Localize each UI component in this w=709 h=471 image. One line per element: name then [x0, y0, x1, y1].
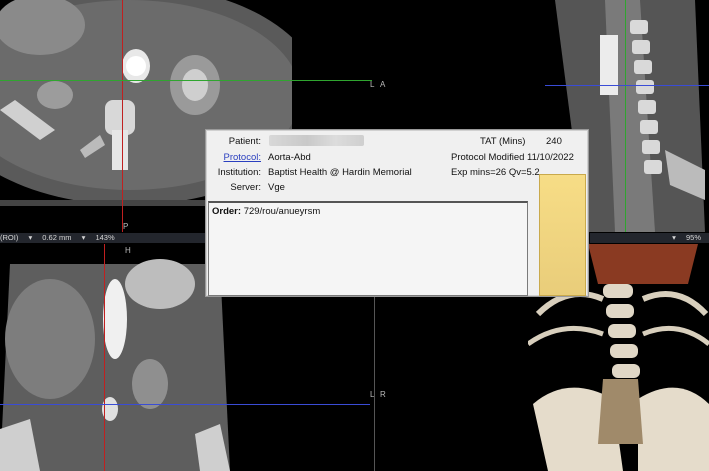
axial-zoom: 143% — [95, 233, 115, 242]
lower-crosshair-horizontal[interactable] — [240, 404, 370, 405]
exp-info: Exp mins=26 Qv=5.2 — [451, 167, 540, 178]
protocol-value: Aorta-Abd — [268, 152, 311, 163]
slice-thickness: 0.62 mm — [42, 233, 72, 242]
coronal-orientation-h: H — [125, 246, 131, 255]
patient-label: Patient: — [228, 136, 261, 147]
middle-orientation-a: A — [380, 80, 386, 89]
coronal-crosshair-horizontal[interactable] — [0, 404, 240, 405]
case-info-dialog[interactable]: Patient: Protocol: Aorta-Abd Institution… — [205, 129, 589, 297]
middle-crosshair-horizontal[interactable] — [292, 80, 372, 81]
axial-status-bar: (ROI) ▾ 0.62 mm ▾ 143% — [0, 233, 240, 243]
middle-crosshair-vertical[interactable] — [374, 295, 375, 471]
server-label: Server: — [230, 182, 261, 193]
chevron-down-icon[interactable]: ▾ — [672, 233, 676, 242]
server-value: Vge — [268, 182, 285, 193]
coronal-viewport[interactable]: H — [0, 244, 240, 471]
axial-crosshair-horizontal[interactable] — [0, 80, 292, 81]
protocol-link[interactable]: Protocol: — [206, 152, 262, 163]
sagittal-crosshair-vertical[interactable] — [625, 0, 626, 232]
chevron-down-icon[interactable]: ▾ — [28, 233, 32, 242]
roi-label: (ROI) — [0, 233, 19, 242]
institution-value: Baptist Health @ Hardin Memorial — [268, 167, 412, 178]
order-value: 729/rou/anueyrsm — [243, 206, 321, 217]
sagittal-crosshair-horizontal[interactable] — [545, 85, 709, 86]
vr-zoom: 95% — [685, 233, 701, 242]
tat-label: TAT (Mins) — [480, 136, 526, 147]
axial-orientation-p: P — [123, 222, 129, 231]
middle-orientation-l: L — [370, 80, 375, 89]
order-textbox[interactable]: Order: 729/rou/anueyrsm — [208, 201, 528, 296]
patient-name-redacted — [269, 135, 364, 146]
coronal-crosshair-vertical[interactable] — [104, 244, 105, 471]
sticky-note-panel[interactable] — [539, 174, 586, 296]
institution-label: Institution: — [217, 167, 261, 178]
lower-orientation-r: R — [380, 390, 386, 399]
protocol-modified: Protocol Modified 11/10/2022 — [451, 152, 574, 163]
axial-crosshair-vertical[interactable] — [122, 0, 123, 232]
tat-value: 240 — [546, 136, 562, 147]
vr-status-bar: ▾ 95% — [590, 233, 709, 243]
chevron-down-icon[interactable]: ▾ — [82, 233, 86, 242]
order-label: Order: — [212, 206, 242, 217]
coronal-ct-image — [0, 259, 230, 471]
order-line: Order: 729/rou/anueyrsm — [212, 206, 320, 217]
